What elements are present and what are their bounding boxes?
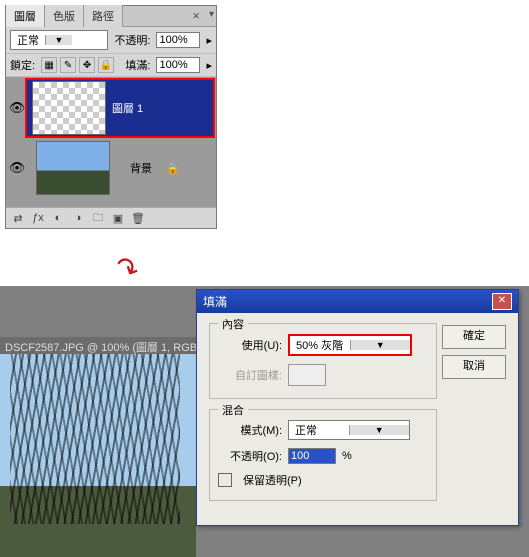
lock-all-icon[interactable]: 🔒 [98,57,114,73]
folder-icon[interactable]: 🗀 [88,210,108,226]
lock-move-icon[interactable]: ✥ [79,57,95,73]
pattern-swatch [288,364,326,386]
tab-channels[interactable]: 色版 [45,5,84,27]
canvas-image [0,354,196,557]
chevron-down-icon: ▼ [349,425,410,435]
dialog-title: 填滿 [203,293,227,310]
opacity-unit: % [342,450,352,462]
layer-style-icon[interactable]: ƒx [28,210,48,226]
blend-mode-select[interactable]: 正常 ▼ [10,30,108,50]
trash-icon[interactable]: 🗑 [128,210,148,226]
opacity-input[interactable]: 100% [156,32,200,48]
opacity-input[interactable]: 100 [288,448,336,464]
lock-icon: 🔒 [166,162,180,175]
visibility-icon[interactable]: 👁 [8,100,26,116]
lock-label: 鎖定: [10,57,35,73]
layer-thumbnail[interactable] [32,81,106,135]
arrow-icon: ↷ [109,249,144,289]
chevron-down-icon: ▼ [45,35,72,45]
lock-transparent-icon[interactable]: ▦ [41,57,57,73]
opacity-label: 不透明(O): [218,448,282,464]
layers-list: 👁 圖層 1 👁 背景 🔒 [6,77,216,207]
close-icon[interactable]: × [192,8,200,23]
layer-name[interactable]: 圖層 1 [112,100,143,116]
layers-panel: 圖層 色版 路徑 × ▾ 正常 ▼ 不透明: 100% ▸ 鎖定: ▦ ✎ ✥ … [5,5,217,229]
panel-menu-icon[interactable]: ▾ [209,9,214,20]
chevron-down-icon: ▼ [350,340,411,350]
mode-select[interactable]: 正常 ▼ [288,420,410,440]
dialog-buttons: 確定 取消 [442,325,506,379]
layer-row: 背景 🔒 [26,139,214,197]
lock-brush-icon[interactable]: ✎ [60,57,76,73]
tree-graphic [10,354,180,524]
preserve-checkbox[interactable] [218,473,232,487]
panel-header: 圖層 色版 路徑 × ▾ [6,6,216,27]
lock-icons-group: ▦ ✎ ✥ 🔒 [41,57,114,73]
layer-item[interactable]: 👁 背景 🔒 [8,139,214,197]
opacity-flyout-icon[interactable]: ▸ [206,34,212,47]
visibility-icon[interactable]: 👁 [8,160,26,176]
link-layers-icon[interactable]: ⇄ [8,210,28,226]
use-value: 50% 灰階 [290,337,350,353]
tab-paths[interactable]: 路徑 [84,5,123,27]
ok-button[interactable]: 確定 [442,325,506,349]
tab-layers[interactable]: 圖層 [6,5,45,27]
dialog-body: 確定 取消 內容 使用(U): 50% 灰階 ▼ 自訂圖樣: 混合 模式(M): [197,313,518,525]
adjustment-layer-icon[interactable]: ◑ [68,210,88,226]
mode-label: 模式(M): [218,422,282,438]
preserve-label: 保留透明(P) [243,472,302,488]
fill-label: 填滿: [125,57,150,73]
blend-group: 混合 模式(M): 正常 ▼ 不透明(O): 100 % 保留透明(P) [209,409,437,501]
use-label: 使用(U): [218,337,282,353]
layer-mask-icon[interactable]: ◐ [48,210,68,226]
pattern-label: 自訂圖樣: [218,367,282,383]
close-icon[interactable]: ✕ [492,293,512,310]
layer-name[interactable]: 背景 [130,160,152,176]
fill-input[interactable]: 100% [156,57,200,73]
use-select[interactable]: 50% 灰階 ▼ [288,334,412,356]
mode-value: 正常 [289,422,349,438]
fill-dialog: 填滿 ✕ 確定 取消 內容 使用(U): 50% 灰階 ▼ 自訂圖樣: 混合 [196,289,519,526]
panel-footer: ⇄ ƒx ◐ ◑ 🗀 ▣ 🗑 [6,207,216,228]
blend-row: 正常 ▼ 不透明: 100% ▸ [6,27,216,54]
group-label: 混合 [218,402,248,418]
opacity-label: 不透明: [114,32,150,48]
lock-row: 鎖定: ▦ ✎ ✥ 🔒 填滿: 100% ▸ [6,54,216,77]
fill-flyout-icon[interactable]: ▸ [206,59,212,72]
layer-item[interactable]: 👁 圖層 1 [8,79,214,137]
blend-mode-value: 正常 [11,32,45,48]
layer-selected: 圖層 1 [26,79,214,137]
layer-thumbnail[interactable] [36,141,110,195]
content-group: 內容 使用(U): 50% 灰階 ▼ 自訂圖樣: [209,323,437,399]
dialog-titlebar[interactable]: 填滿 ✕ [197,290,518,313]
new-layer-icon[interactable]: ▣ [108,210,128,226]
cancel-button[interactable]: 取消 [442,355,506,379]
group-label: 內容 [218,316,248,332]
